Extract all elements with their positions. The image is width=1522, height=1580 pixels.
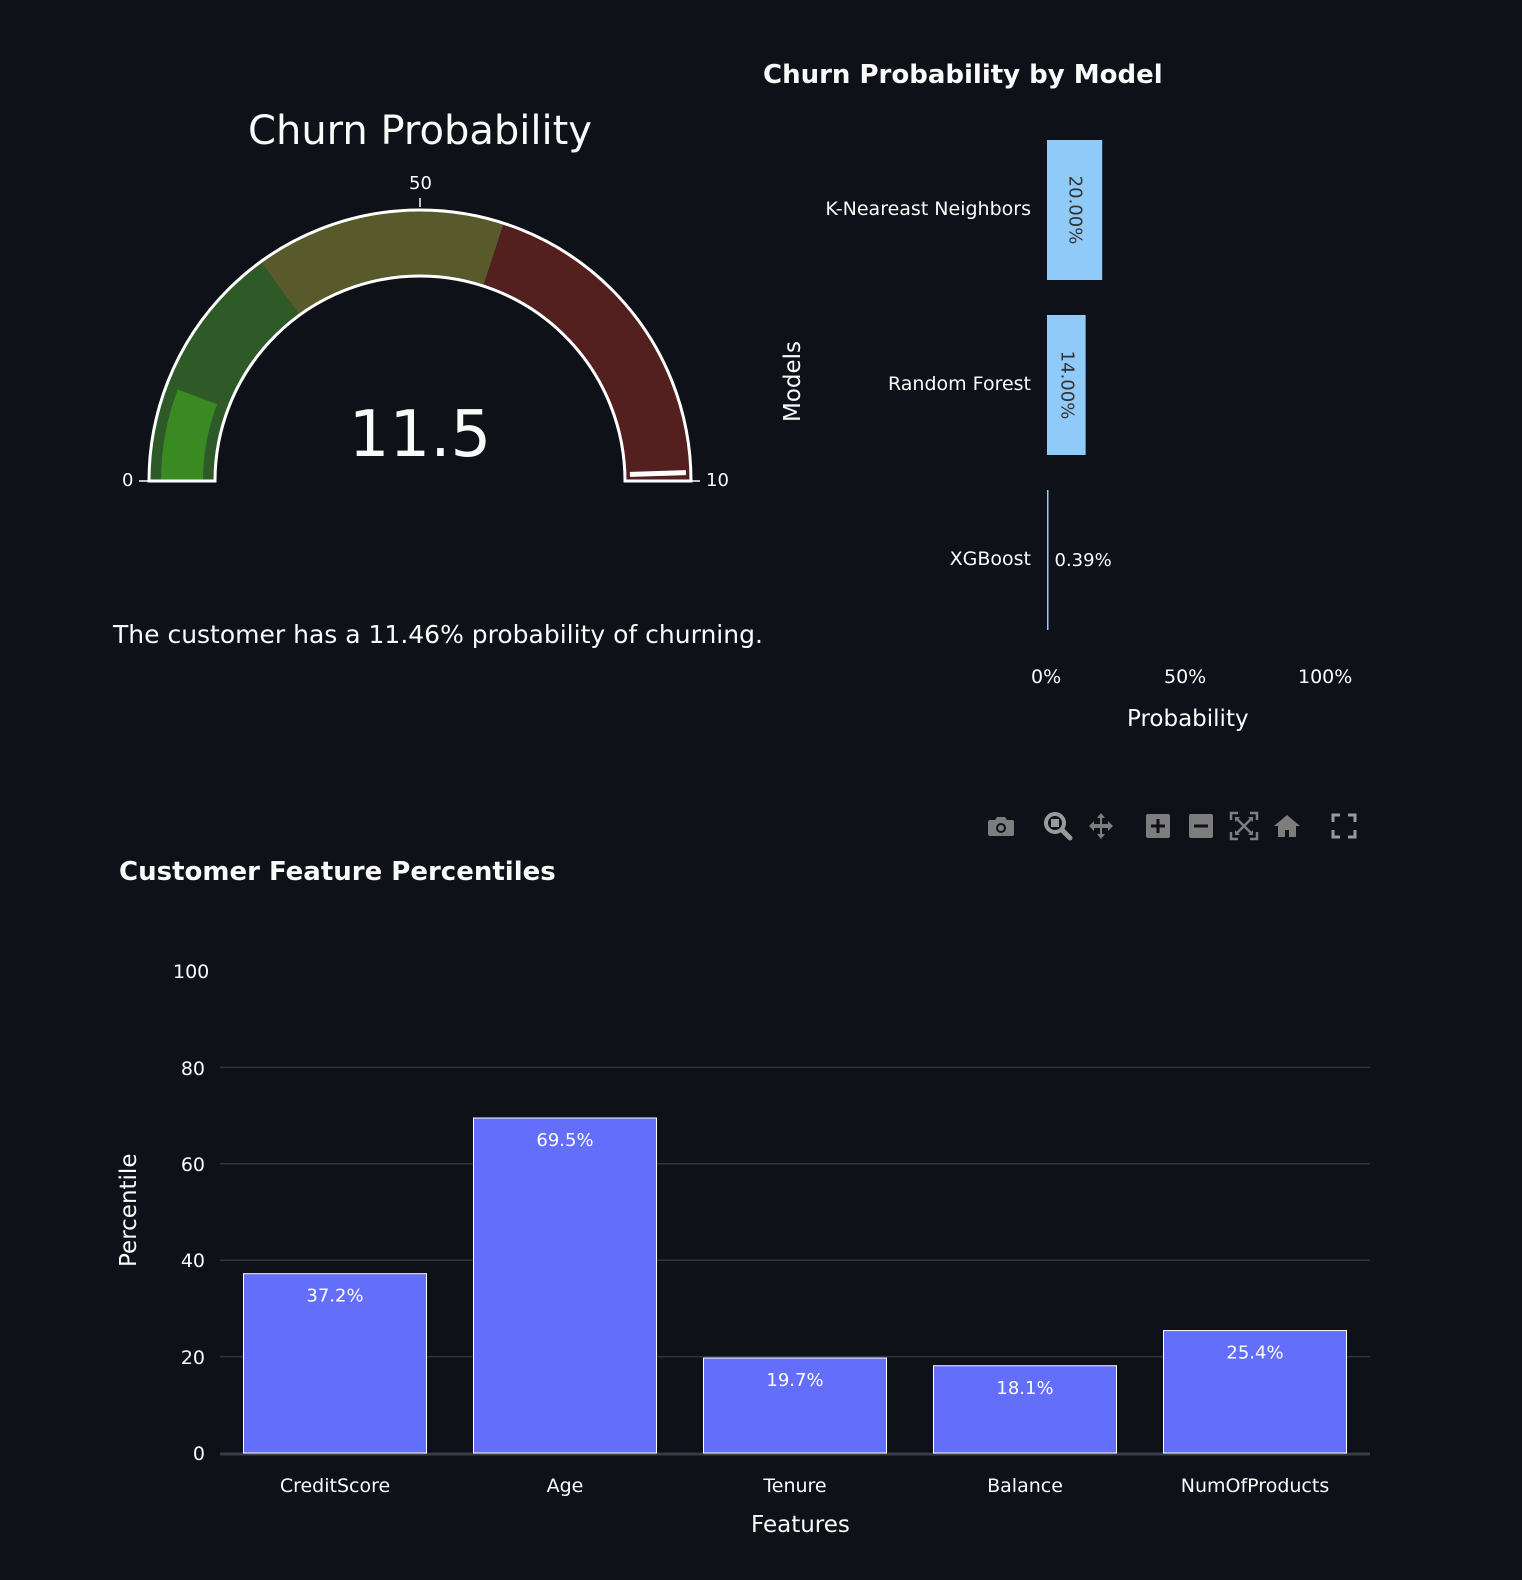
feature-bar-label: 69.5% — [536, 1130, 593, 1151]
feature-chart-x-axis-title: Features — [751, 1512, 850, 1538]
feature-x-tick: Balance — [987, 1475, 1063, 1497]
feature-bar-label: 19.7% — [766, 1370, 823, 1391]
feature-x-tick: Age — [547, 1475, 584, 1497]
feature-bar-label: 37.2% — [306, 1286, 363, 1307]
feature-bar-chart: 37.2% CreditScore 69.5% Age 19.7% Tenure 18.1%… — [220, 1066, 1370, 1497]
feature-x-tick: Tenure — [762, 1475, 826, 1497]
feature-x-tick: NumOfProducts — [1181, 1475, 1329, 1497]
feature-bar-label: 25.4% — [1226, 1343, 1283, 1364]
feature-x-tick: CreditScore — [280, 1475, 390, 1497]
feature-bar — [473, 1117, 657, 1454]
feature-bar-label: 18.1% — [996, 1378, 1053, 1399]
